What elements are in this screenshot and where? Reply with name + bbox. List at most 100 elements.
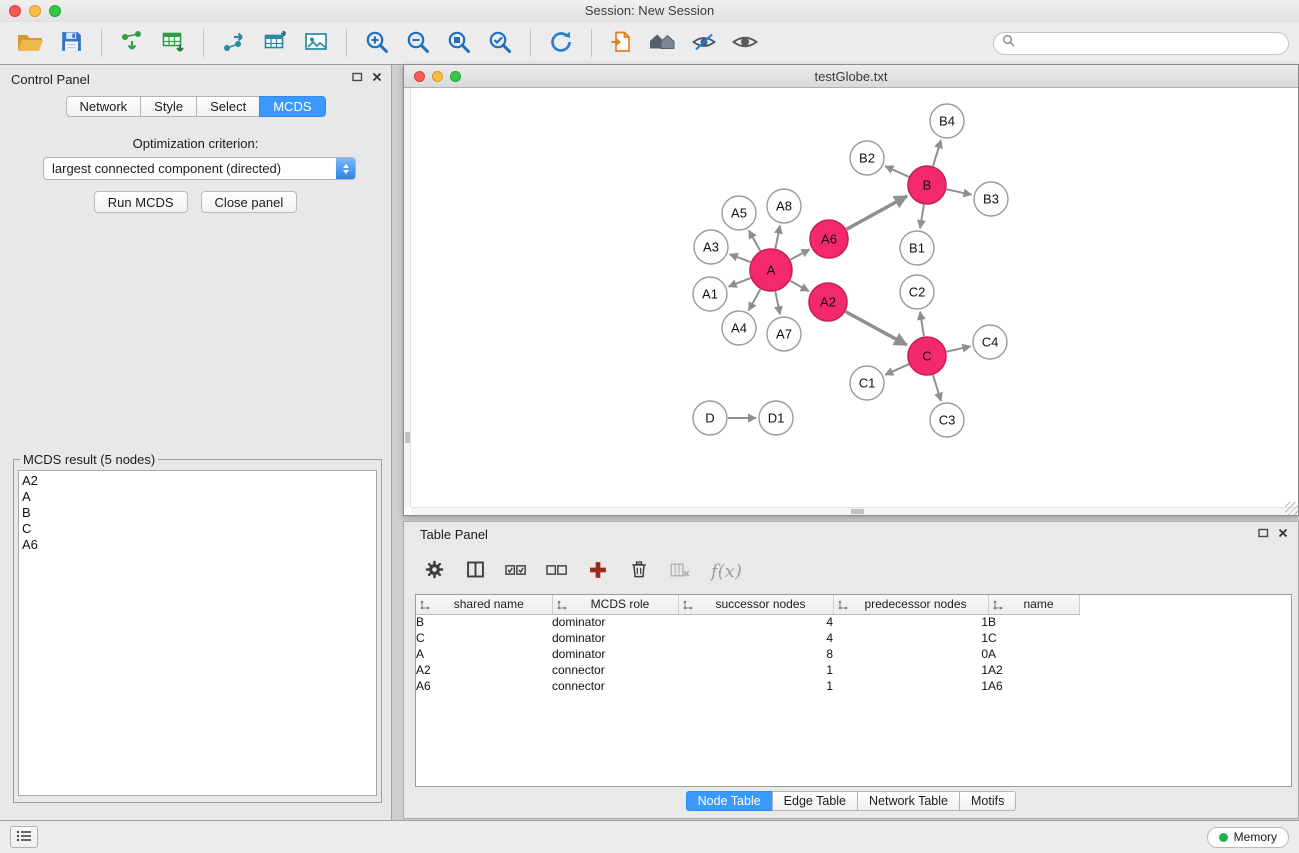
result-item[interactable]: A2 bbox=[22, 473, 376, 489]
save-session-button[interactable] bbox=[53, 25, 89, 61]
table-row[interactable]: Adominator80A bbox=[416, 646, 1079, 662]
edge-A-A6[interactable] bbox=[790, 249, 809, 259]
edge-A-A7[interactable] bbox=[775, 292, 780, 315]
node-A4[interactable]: A4 bbox=[722, 311, 756, 345]
node-C[interactable]: C bbox=[908, 337, 946, 375]
resize-grip[interactable] bbox=[1285, 502, 1298, 515]
zoom-in-button[interactable] bbox=[359, 25, 395, 61]
tab-edge-table[interactable]: Edge Table bbox=[772, 791, 858, 811]
export-image-button[interactable] bbox=[298, 25, 334, 61]
tab-node-table[interactable]: Node Table bbox=[686, 791, 773, 811]
node-A5[interactable]: A5 bbox=[722, 196, 756, 230]
mcds-result-list[interactable]: A2ABCA6 bbox=[18, 470, 377, 796]
node-A7[interactable]: A7 bbox=[767, 317, 801, 351]
edge-A-A1[interactable] bbox=[729, 278, 751, 287]
task-history-button[interactable] bbox=[10, 826, 38, 848]
result-item[interactable]: C bbox=[22, 521, 376, 537]
float-control-panel-button[interactable] bbox=[352, 72, 363, 82]
result-item[interactable]: B bbox=[22, 505, 376, 521]
result-item[interactable]: A bbox=[22, 489, 376, 505]
delete-row-button[interactable] bbox=[627, 559, 651, 583]
tab-style[interactable]: Style bbox=[140, 96, 197, 117]
edge-A2-C[interactable] bbox=[846, 312, 907, 345]
table-row[interactable]: Bdominator41B bbox=[416, 614, 1079, 630]
deselect-all-button[interactable] bbox=[545, 559, 569, 583]
node-B[interactable]: B bbox=[908, 166, 946, 204]
tab-network-table[interactable]: Network Table bbox=[857, 791, 960, 811]
edge-C-C3[interactable] bbox=[933, 375, 941, 401]
table-settings-button[interactable] bbox=[422, 559, 446, 583]
edge-B-B3[interactable] bbox=[947, 189, 972, 194]
node-C1[interactable]: C1 bbox=[850, 366, 884, 400]
tab-select[interactable]: Select bbox=[196, 96, 260, 117]
node-C3[interactable]: C3 bbox=[930, 403, 964, 437]
run-mcds-button[interactable]: Run MCDS bbox=[94, 191, 188, 213]
edge-B-B4[interactable] bbox=[933, 140, 941, 166]
open-document-button[interactable] bbox=[604, 25, 640, 61]
table-row[interactable]: A6connector11A6 bbox=[416, 678, 1079, 694]
node-B2[interactable]: B2 bbox=[850, 141, 884, 175]
table-row[interactable]: Cdominator41C bbox=[416, 630, 1079, 646]
criterion-dropdown[interactable]: largest connected component (directed) bbox=[43, 157, 356, 180]
node-B4[interactable]: B4 bbox=[930, 104, 964, 138]
node-D[interactable]: D bbox=[693, 401, 727, 435]
vertical-scrollbar-thumb[interactable] bbox=[405, 432, 410, 443]
close-control-panel-button[interactable] bbox=[372, 72, 382, 82]
search-input[interactable] bbox=[1020, 35, 1280, 51]
column-header-successor-nodes[interactable]: successor nodes bbox=[678, 595, 833, 614]
node-A2[interactable]: A2 bbox=[809, 283, 847, 321]
result-item[interactable]: A6 bbox=[22, 537, 376, 553]
zoom-selected-button[interactable] bbox=[482, 25, 518, 61]
function-builder-button[interactable]: f(x) bbox=[709, 561, 742, 582]
edge-B-B1[interactable] bbox=[920, 205, 924, 228]
tab-motifs[interactable]: Motifs bbox=[959, 791, 1016, 811]
node-D1[interactable]: D1 bbox=[759, 401, 793, 435]
show-details-button[interactable] bbox=[727, 25, 763, 61]
show-column-button[interactable] bbox=[463, 559, 487, 583]
column-header-name[interactable]: name bbox=[988, 595, 1079, 614]
export-table-button[interactable] bbox=[257, 25, 293, 61]
node-C2[interactable]: C2 bbox=[900, 275, 934, 309]
node-A[interactable]: A bbox=[750, 249, 792, 291]
node-A6[interactable]: A6 bbox=[810, 220, 848, 258]
edge-B-B2[interactable] bbox=[885, 166, 909, 177]
node-A1[interactable]: A1 bbox=[693, 277, 727, 311]
edge-C-C2[interactable] bbox=[920, 312, 924, 336]
add-row-button[interactable] bbox=[586, 559, 610, 583]
node-C4[interactable]: C4 bbox=[973, 325, 1007, 359]
edge-A6-B[interactable] bbox=[847, 196, 907, 229]
node-B1[interactable]: B1 bbox=[900, 231, 934, 265]
float-table-panel-button[interactable] bbox=[1258, 528, 1269, 538]
edge-A-A3[interactable] bbox=[730, 254, 751, 262]
home-button[interactable] bbox=[645, 25, 681, 61]
network-canvas[interactable]: B4 B2 B B3 A5 A8 A6 B1 A3 A A1 C2 A2 A4 A7 C4 C1 C C3 D D1 bbox=[404, 88, 1298, 515]
tab-network[interactable]: Network bbox=[65, 96, 141, 117]
import-table-button[interactable] bbox=[155, 25, 191, 61]
node-A3[interactable]: A3 bbox=[694, 230, 728, 264]
column-header-shared-name[interactable]: shared name bbox=[416, 595, 552, 614]
import-network-button[interactable] bbox=[114, 25, 150, 61]
edge-A-A5[interactable] bbox=[749, 230, 760, 250]
memory-button[interactable]: Memory bbox=[1207, 827, 1289, 848]
edge-A-A4[interactable] bbox=[749, 289, 761, 310]
tab-mcds[interactable]: MCDS bbox=[259, 96, 325, 117]
node-A8[interactable]: A8 bbox=[767, 189, 801, 223]
close-panel-button[interactable]: Close panel bbox=[201, 191, 298, 213]
open-session-button[interactable] bbox=[12, 25, 48, 61]
delete-column-button[interactable] bbox=[668, 559, 692, 583]
refresh-view-button[interactable] bbox=[543, 25, 579, 61]
vertical-scrollbar[interactable] bbox=[404, 88, 411, 507]
edge-C-C4[interactable] bbox=[947, 346, 971, 351]
table-row[interactable]: A2connector11A2 bbox=[416, 662, 1079, 678]
edge-A-A2[interactable] bbox=[790, 281, 809, 291]
hide-details-button[interactable] bbox=[686, 25, 722, 61]
node-B3[interactable]: B3 bbox=[974, 182, 1008, 216]
edge-A-A8[interactable] bbox=[775, 226, 780, 249]
export-network-button[interactable] bbox=[216, 25, 252, 61]
horizontal-scrollbar-thumb[interactable] bbox=[851, 509, 864, 514]
zoom-fit-button[interactable] bbox=[441, 25, 477, 61]
zoom-out-button[interactable] bbox=[400, 25, 436, 61]
column-header-MCDS-role[interactable]: MCDS role bbox=[552, 595, 678, 614]
close-table-panel-button[interactable] bbox=[1278, 528, 1288, 538]
edge-C-C1[interactable] bbox=[885, 364, 909, 375]
